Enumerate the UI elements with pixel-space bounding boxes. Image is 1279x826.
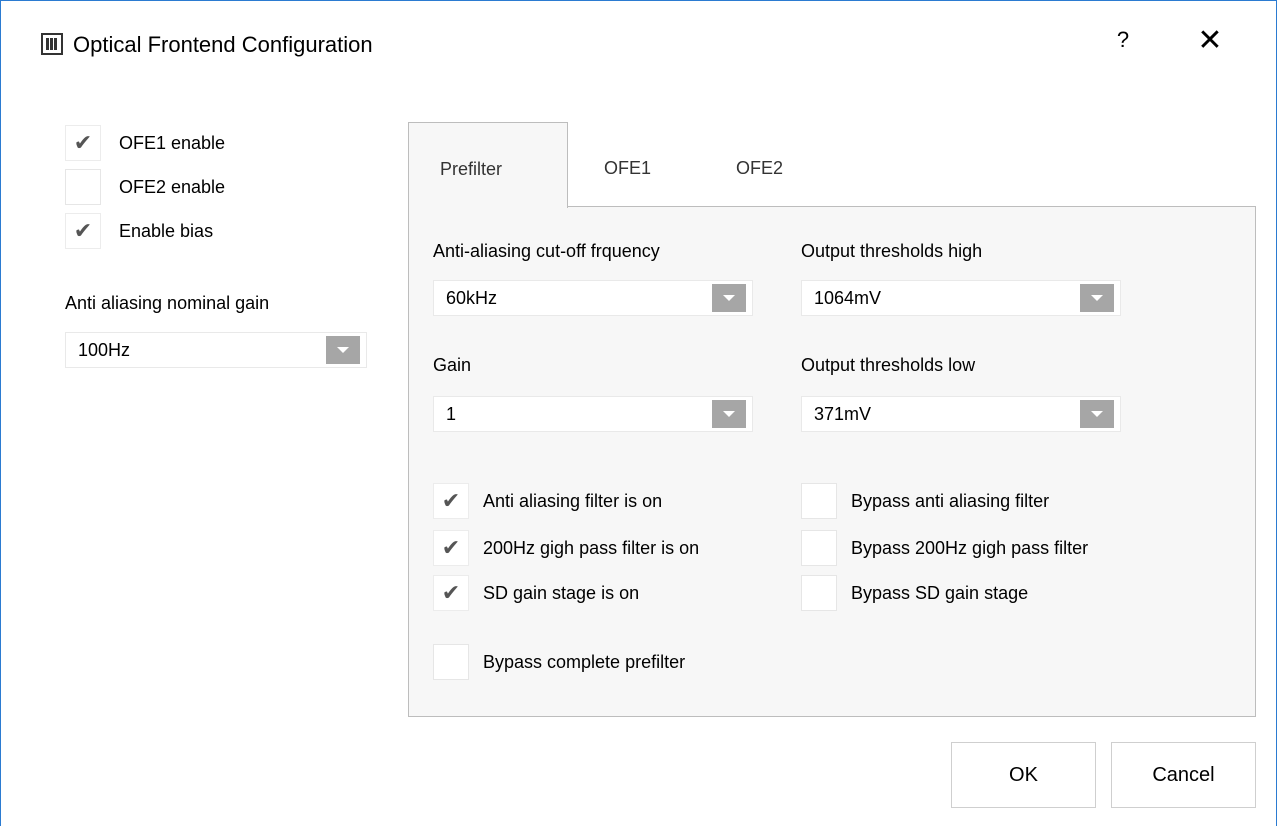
chevron-down-icon[interactable] <box>712 284 746 312</box>
nominal-gain-label: Anti aliasing nominal gain <box>65 293 270 313</box>
bypass-sd-gain-checkbox[interactable]: Bypass SD gain stage <box>801 575 1028 611</box>
nominal-gain-select[interactable]: 100Hz <box>65 332 367 368</box>
gain-select[interactable]: 1 <box>433 396 753 432</box>
checkbox-box[interactable] <box>801 575 837 611</box>
cutoff-frequency-label: Anti-aliasing cut-off frquency <box>433 241 660 261</box>
threshold-high-select[interactable]: 1064mV <box>801 280 1121 316</box>
checkbox-label: Bypass complete prefilter <box>483 651 686 672</box>
threshold-high-label: Output thresholds high <box>801 241 983 261</box>
chevron-down-icon[interactable] <box>712 400 746 428</box>
checkbox-label: OFE1 enable <box>119 132 226 153</box>
ofe2-enable-checkbox[interactable]: OFE2 enable <box>65 169 225 205</box>
bypass-prefilter-checkbox[interactable]: Bypass complete prefilter <box>433 644 685 680</box>
cutoff-frequency-select[interactable]: 60kHz <box>433 280 753 316</box>
checkmark-icon: ✔ <box>73 218 93 243</box>
checkmark-icon: ✔ <box>441 535 461 560</box>
tab-ofe1[interactable]: OFE1 <box>604 158 651 179</box>
checkbox-box[interactable] <box>65 169 101 205</box>
chevron-down-icon[interactable] <box>1080 400 1114 428</box>
checkbox-box[interactable]: ✔ <box>433 530 469 566</box>
checkbox-box[interactable]: ✔ <box>433 483 469 519</box>
tab-ofe2[interactable]: OFE2 <box>736 158 783 179</box>
checkbox-box[interactable]: ✔ <box>433 575 469 611</box>
select-value: 371mV <box>814 404 872 424</box>
checkbox-box[interactable]: ✔ <box>65 213 101 249</box>
checkmark-icon: ✔ <box>441 580 461 605</box>
tab-prefilter[interactable]: Prefilter <box>408 122 568 208</box>
select-value: 100Hz <box>78 340 131 360</box>
aa-filter-on-checkbox[interactable]: ✔ Anti aliasing filter is on <box>433 483 662 519</box>
checkbox-label: 200Hz gigh pass filter is on <box>483 537 700 558</box>
threshold-low-label: Output thresholds low <box>801 355 976 375</box>
chevron-down-icon[interactable] <box>1080 284 1114 312</box>
checkbox-label: OFE2 enable <box>119 176 226 197</box>
app-icon <box>41 33 63 55</box>
checkbox-box[interactable] <box>433 644 469 680</box>
checkbox-label: Bypass 200Hz gigh pass filter <box>851 537 1089 558</box>
checkbox-box[interactable] <box>801 530 837 566</box>
checkmark-icon: ✔ <box>73 130 93 155</box>
cancel-button[interactable]: Cancel <box>1111 742 1256 808</box>
help-button[interactable]: ? <box>1113 27 1133 53</box>
checkbox-label: Enable bias <box>119 220 214 241</box>
window-title: Optical Frontend Configuration <box>73 32 373 57</box>
checkbox-label: Anti aliasing filter is on <box>483 490 663 511</box>
checkbox-box[interactable] <box>801 483 837 519</box>
chevron-down-icon[interactable] <box>326 336 360 364</box>
enable-bias-checkbox[interactable]: ✔ Enable bias <box>65 213 213 249</box>
ok-button[interactable]: OK <box>951 742 1096 808</box>
checkbox-label: Bypass SD gain stage <box>851 582 1029 603</box>
threshold-low-select[interactable]: 371mV <box>801 396 1121 432</box>
select-value: 1 <box>446 404 457 424</box>
checkmark-icon: ✔ <box>441 488 461 513</box>
gain-label: Gain <box>433 355 472 375</box>
select-value: 1064mV <box>814 288 882 308</box>
title-bar: Optical Frontend Configuration ? ✕ <box>1 1 1278 87</box>
bypass-hp-filter-checkbox[interactable]: Bypass 200Hz gigh pass filter <box>801 530 1088 566</box>
dialog-window: Optical Frontend Configuration ? ✕ ✔ OFE… <box>0 0 1277 826</box>
tab-label: Prefilter <box>440 159 503 179</box>
checkbox-label: SD gain stage is on <box>483 582 640 603</box>
select-value: 60kHz <box>446 288 498 308</box>
close-icon[interactable]: ✕ <box>1195 23 1225 59</box>
sd-gain-on-checkbox[interactable]: ✔ SD gain stage is on <box>433 575 639 611</box>
hp-filter-on-checkbox[interactable]: ✔ 200Hz gigh pass filter is on <box>433 530 699 566</box>
ofe1-enable-checkbox[interactable]: ✔ OFE1 enable <box>65 125 225 161</box>
checkbox-box[interactable]: ✔ <box>65 125 101 161</box>
checkbox-label: Bypass anti aliasing filter <box>851 490 1050 511</box>
bypass-aa-filter-checkbox[interactable]: Bypass anti aliasing filter <box>801 483 1049 519</box>
